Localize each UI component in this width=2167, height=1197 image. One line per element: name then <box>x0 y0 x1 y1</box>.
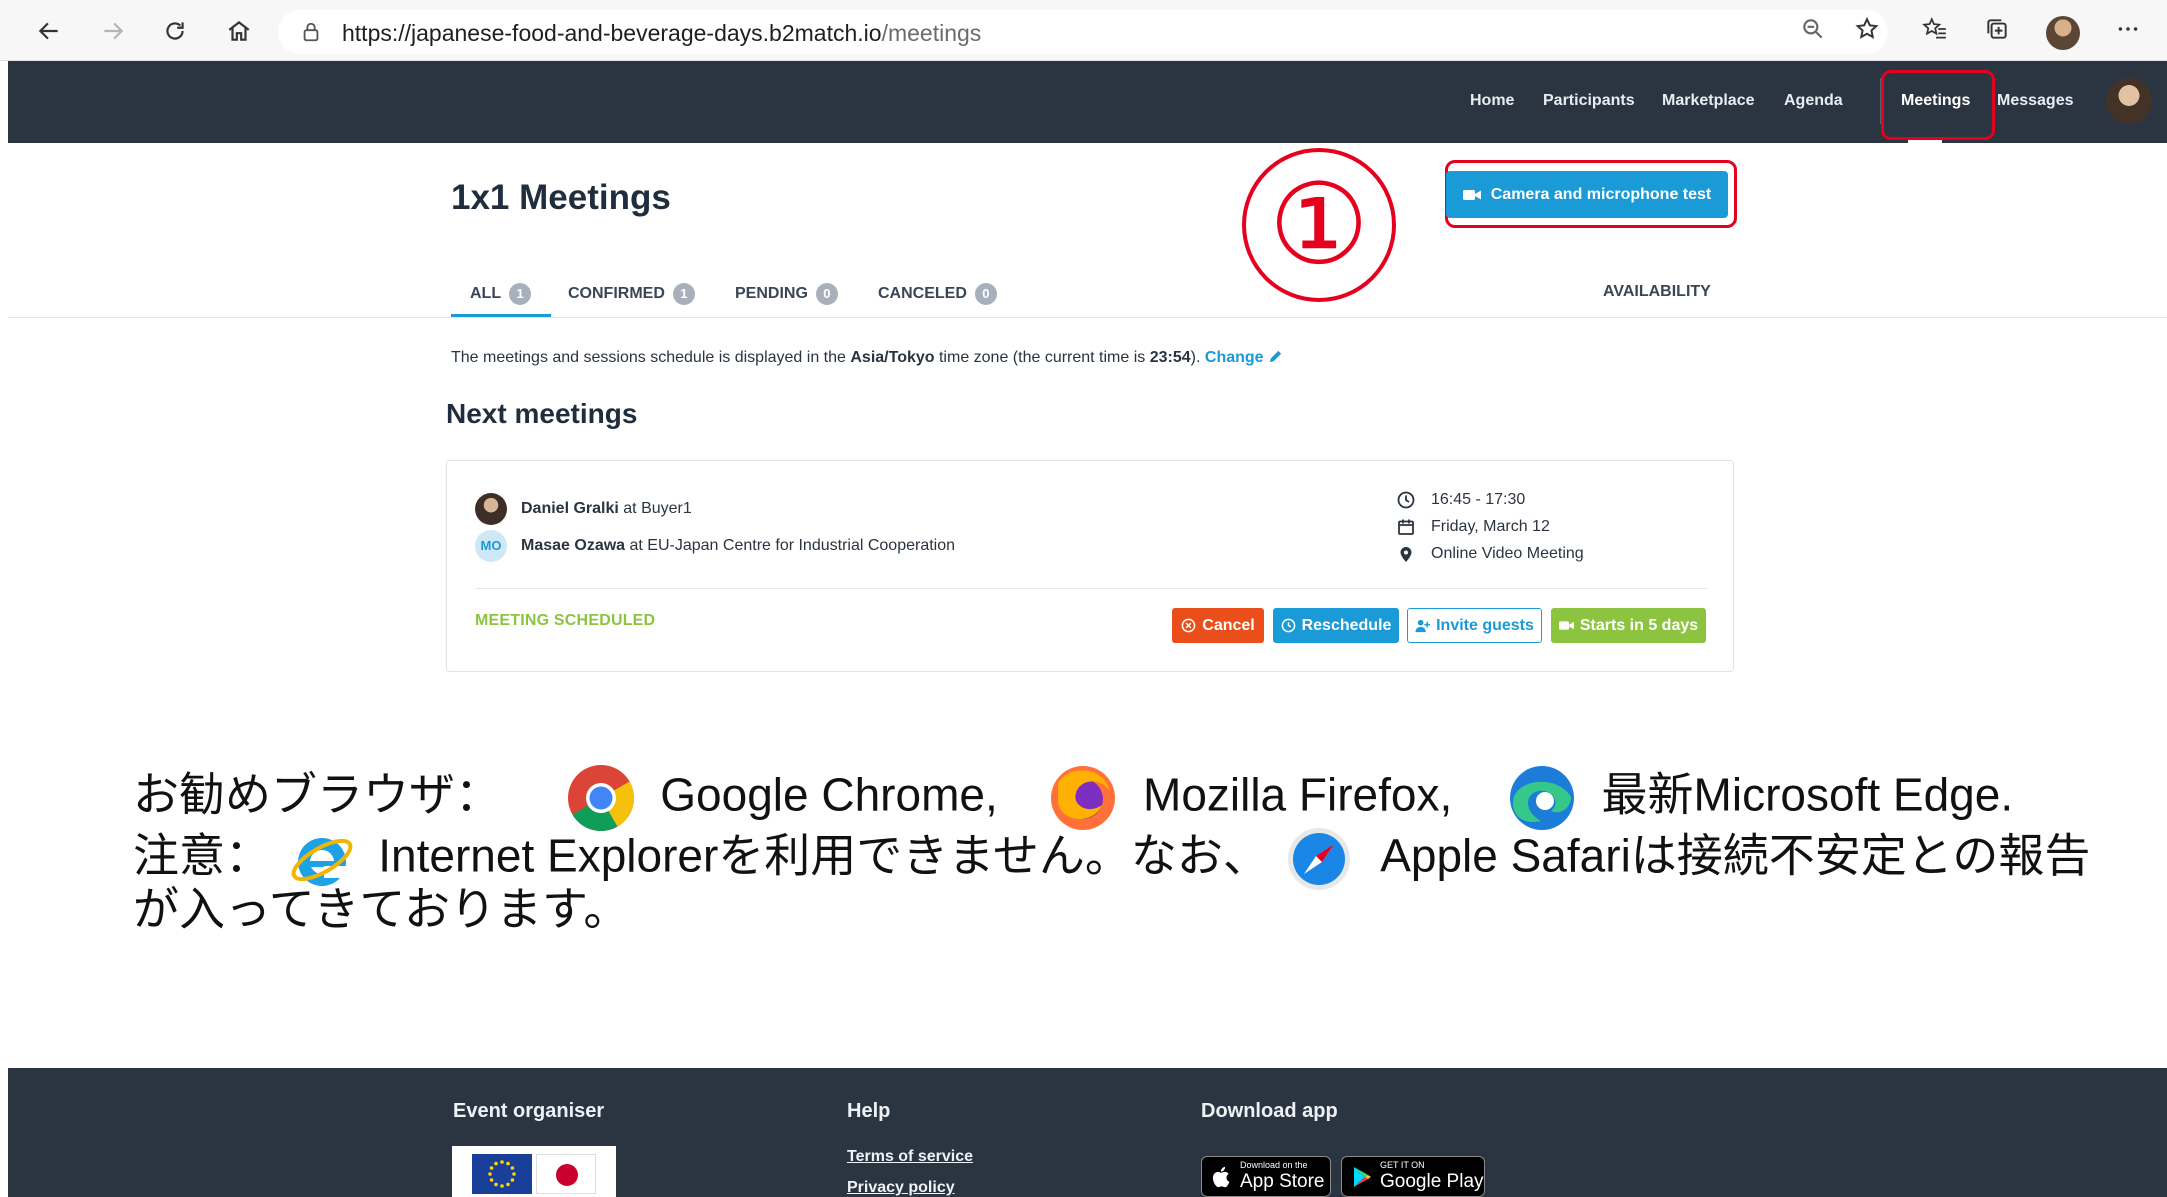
back-arrow-icon <box>38 22 58 40</box>
next-meetings-title: Next meetings <box>446 398 638 429</box>
home-button[interactable] <box>222 14 256 48</box>
annotation-number-one: ① <box>1242 148 1396 302</box>
footer-download-heading: Download app <box>1201 1100 1338 1122</box>
participant-avatar <box>475 493 507 525</box>
nav-agenda[interactable]: Agenda <box>1784 92 1843 110</box>
zoom-out-icon <box>1803 19 1823 39</box>
cancel-circle-icon <box>1181 618 1196 633</box>
browser-toolbar: https://japanese-food-and-beverage-days.… <box>0 0 2167 61</box>
cancel-button[interactable]: Cancel <box>1172 608 1264 643</box>
user-avatar[interactable] <box>2106 78 2152 124</box>
video-camera-icon <box>1462 189 1481 200</box>
browser-recommendation-line3: が入ってきております。 <box>133 882 630 936</box>
favorites-list-icon <box>1922 17 1946 39</box>
camera-microphone-test-button[interactable]: Camera and microphone test <box>1446 171 1728 218</box>
invite-guests-button[interactable]: Invite guests <box>1407 608 1542 643</box>
site-header: Home Participants Marketplace Agenda Mee… <box>8 61 2167 143</box>
camera-test-label: Camera and microphone test <box>1490 185 1712 203</box>
tab-canceled[interactable]: CANCELED 0 <box>878 283 997 305</box>
japan-flag <box>536 1154 596 1194</box>
firefox-icon <box>1051 766 1116 830</box>
favorites-button[interactable] <box>1915 12 1955 46</box>
timezone-notice: The meetings and sessions schedule is di… <box>451 349 1283 367</box>
collections-button[interactable] <box>1977 12 2017 46</box>
address-bar[interactable]: https://japanese-food-and-beverage-days.… <box>278 10 1888 54</box>
footer-help-heading: Help <box>847 1100 891 1122</box>
page-title: 1x1 Meetings <box>451 178 671 217</box>
reload-icon <box>166 22 184 40</box>
participant-initials-avatar: MO <box>475 530 507 562</box>
forward-arrow-icon <box>104 22 124 40</box>
forward-button[interactable] <box>96 14 130 48</box>
change-timezone-link[interactable]: Change <box>1205 349 1264 366</box>
terms-of-service-link[interactable]: Terms of service <box>847 1148 973 1166</box>
pencil-icon <box>1269 350 1282 363</box>
add-favorite-button[interactable] <box>1847 12 1887 46</box>
calendar-icon <box>1398 519 1414 535</box>
card-divider <box>475 588 1707 589</box>
edge-icon <box>1509 766 1574 830</box>
eu-flag <box>472 1154 532 1194</box>
star-plus-icon <box>1855 16 1879 39</box>
tab-canceled-count: 0 <box>974 283 997 305</box>
more-menu-button[interactable] <box>2108 12 2148 46</box>
meetings-highlight-box <box>1881 70 1995 140</box>
footer-organiser-heading: Event organiser <box>453 1100 605 1122</box>
tab-confirmed-label: CONFIRMED <box>568 285 665 302</box>
meeting-date: Friday, March 12 <box>1397 518 1550 536</box>
meeting-card: Daniel Gralki at Buyer1 MO Masae Ozawa a… <box>446 460 1734 672</box>
google-play-icon <box>1354 1167 1371 1187</box>
site-footer: Event organiser Help Download app Terms … <box>8 1068 2167 1197</box>
map-pin-icon <box>1400 547 1412 562</box>
clock-icon <box>1281 618 1295 633</box>
reload-button[interactable] <box>158 14 192 48</box>
zoom-button[interactable] <box>1793 12 1833 46</box>
app-store-badge[interactable]: Download on the App Store <box>1201 1156 1331 1197</box>
reschedule-button[interactable]: Reschedule <box>1273 608 1399 643</box>
chrome-icon <box>567 765 634 832</box>
back-button[interactable] <box>32 14 66 48</box>
video-camera-icon <box>1558 621 1574 630</box>
collections-icon <box>1987 19 2007 39</box>
browser-profile-avatar[interactable] <box>2046 16 2080 50</box>
url-text: https://japanese-food-and-beverage-days.… <box>342 20 982 46</box>
clock-icon <box>1397 491 1415 509</box>
google-play-badge[interactable]: GET IT ON Google Play <box>1341 1156 1485 1197</box>
nav-marketplace[interactable]: Marketplace <box>1662 92 1755 110</box>
tab-canceled-label: CANCELED <box>878 285 967 302</box>
nav-participants[interactable]: Participants <box>1543 92 1635 110</box>
tabs-divider <box>8 317 2167 318</box>
privacy-policy-link[interactable]: Privacy policy <box>847 1179 955 1197</box>
tab-availability-label: AVAILABILITY <box>1603 283 1711 300</box>
lock-icon <box>303 22 319 42</box>
tab-all-label: ALL <box>470 285 502 302</box>
tab-all[interactable]: ALL 1 <box>470 283 532 305</box>
organiser-logo <box>452 1146 616 1197</box>
nav-messages[interactable]: Messages <box>1997 92 2074 110</box>
apple-icon <box>1212 1166 1230 1188</box>
add-user-icon <box>1415 619 1431 633</box>
home-icon <box>228 20 250 41</box>
meeting-status: MEETING SCHEDULED <box>475 612 656 629</box>
tab-all-count: 1 <box>509 283 532 305</box>
more-dots-icon <box>2118 27 2138 31</box>
meeting-time: 16:45 - 17:30 <box>1397 491 1525 509</box>
tab-pending-count: 0 <box>815 283 838 305</box>
tab-pending[interactable]: PENDING 0 <box>735 283 838 305</box>
tab-availability[interactable]: AVAILABILITY <box>1603 283 1711 301</box>
tab-pending-label: PENDING <box>735 285 808 302</box>
meeting-location: Online Video Meeting <box>1397 545 1584 563</box>
tab-confirmed-count: 1 <box>672 283 695 305</box>
participant-daniel: Daniel Gralki at Buyer1 <box>475 493 692 525</box>
safari-icon <box>1287 828 1350 890</box>
browser-recommendation-line1: お勧めブラウザ： Google Chrome, Mozilla Firefox,… <box>133 763 2013 833</box>
starts-in-button[interactable]: Starts in 5 days <box>1551 608 1706 643</box>
nav-home[interactable]: Home <box>1470 92 1514 110</box>
participant-masae: MO Masae Ozawa at EU-Japan Centre for In… <box>475 530 955 562</box>
tab-confirmed[interactable]: CONFIRMED 1 <box>568 283 695 305</box>
